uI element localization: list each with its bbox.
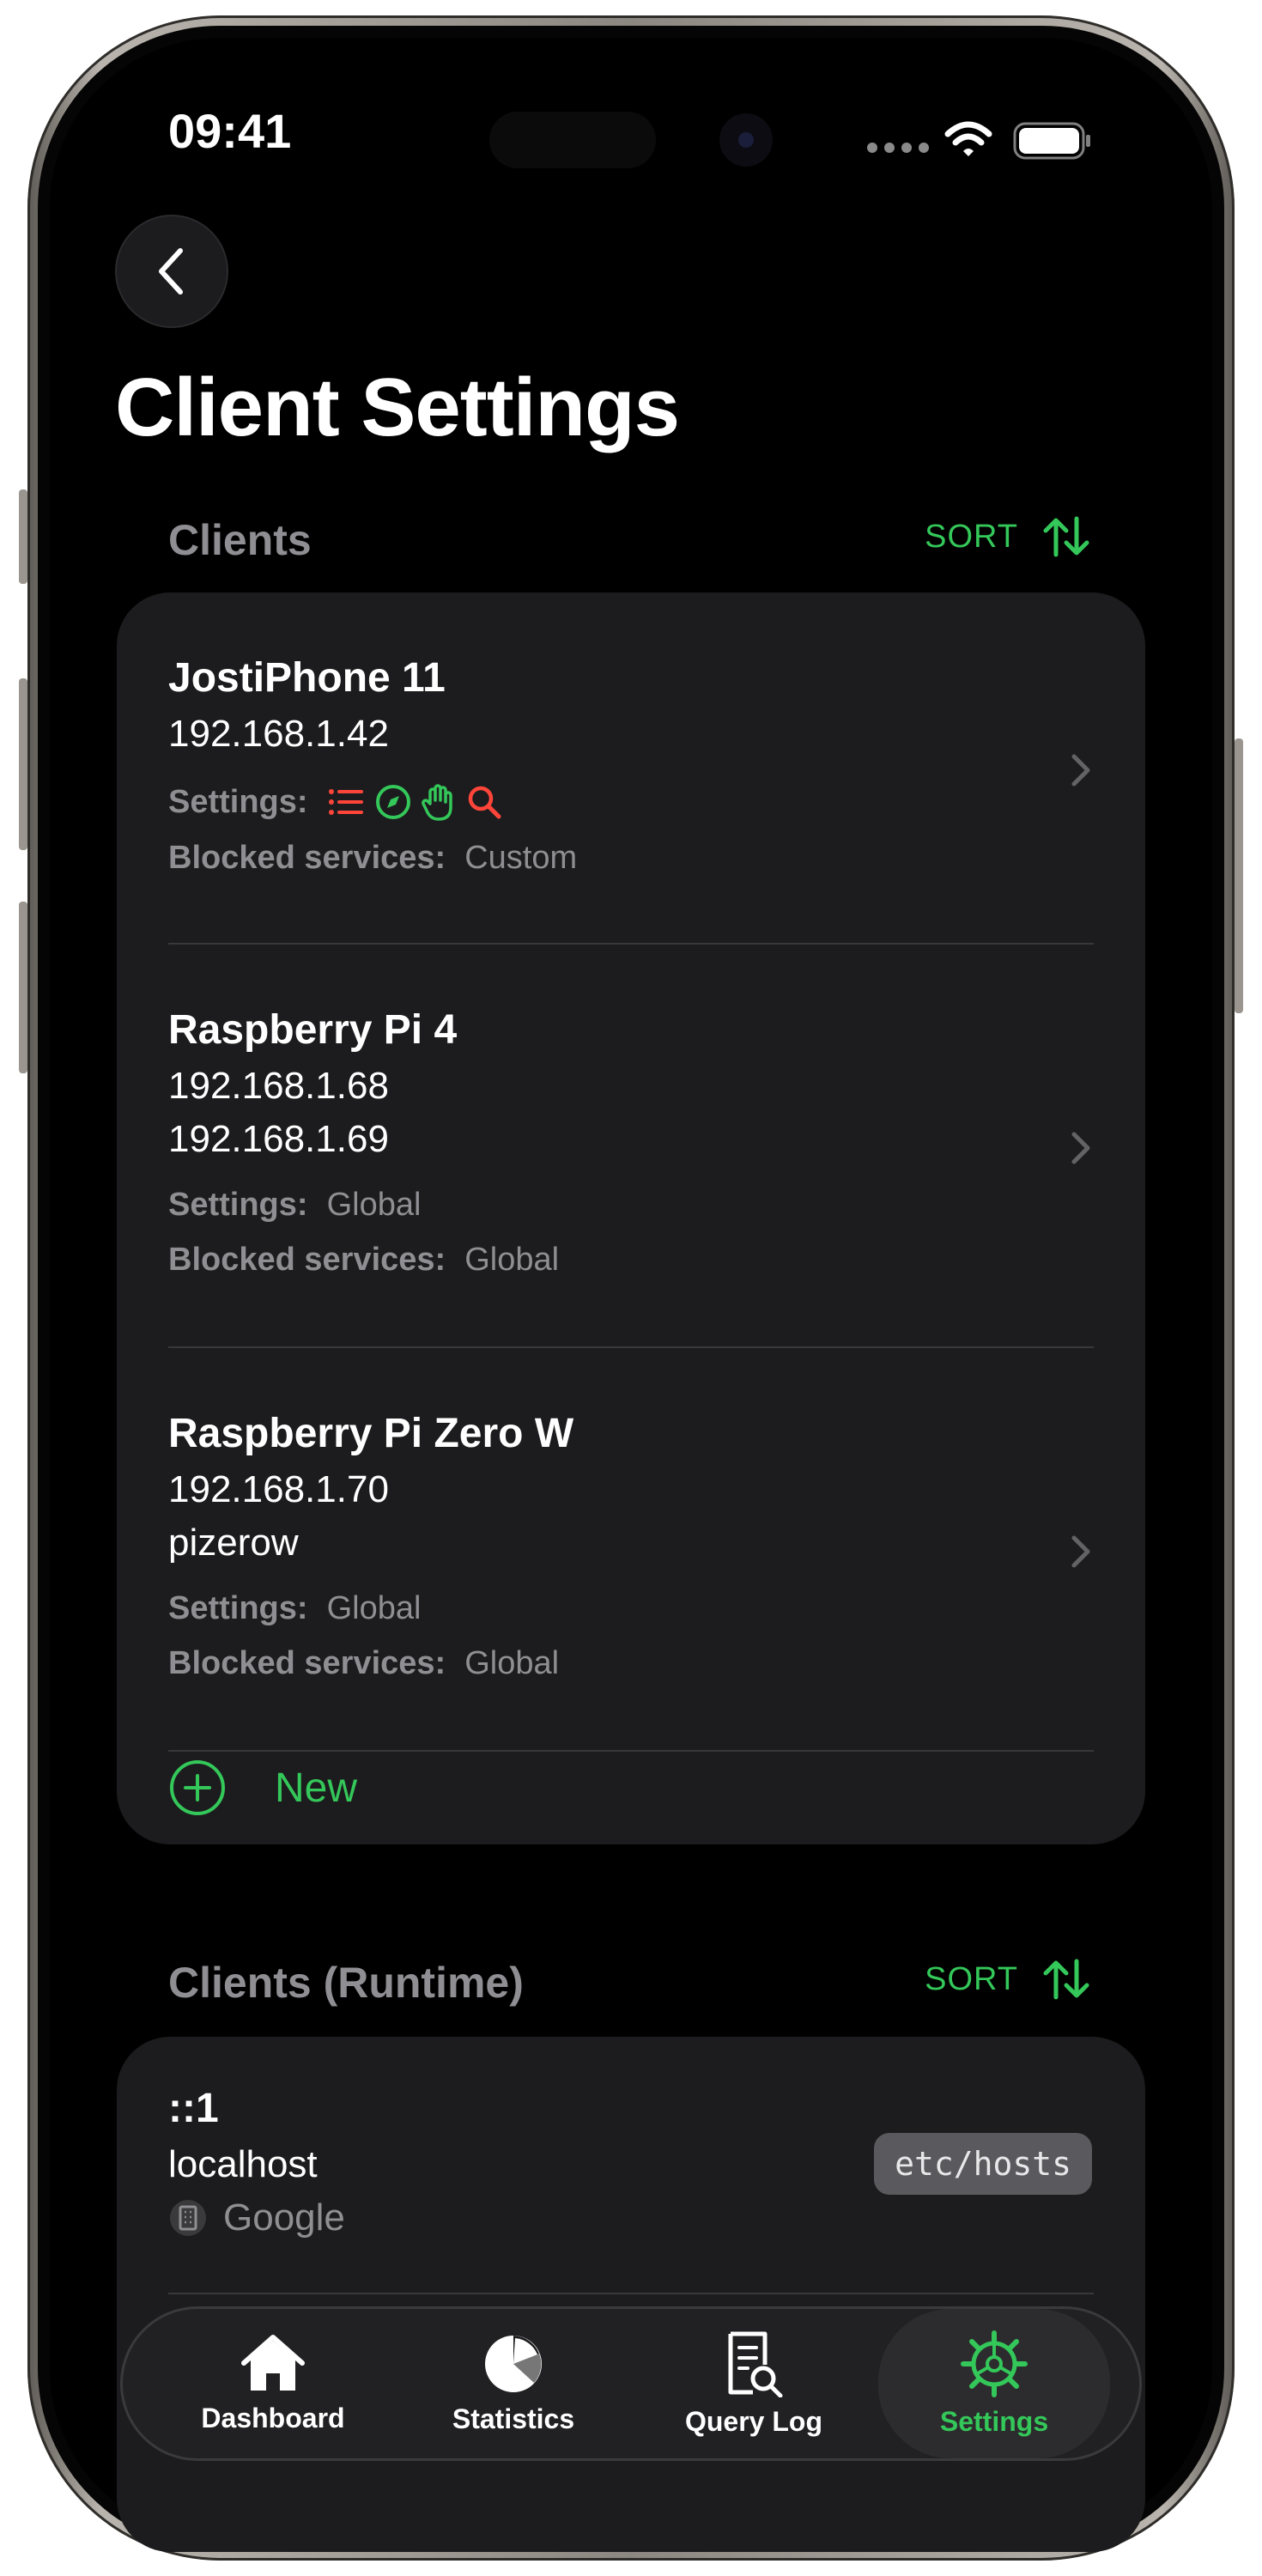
clients-sort-button[interactable]: SORT	[925, 515, 1090, 558]
client-row-raspberry-pi-zero-w[interactable]: Raspberry Pi Zero W 192.168.1.70 pizerow…	[117, 1348, 1145, 1752]
client-ip: 192.168.1.42	[168, 713, 389, 755]
blocked-services-label: Blocked services:	[168, 840, 446, 876]
client-name: Raspberry Pi 4	[168, 1007, 458, 1053]
chevron-right-icon	[1071, 1535, 1090, 1568]
source-tag: etc/hosts	[874, 2133, 1092, 2195]
settings-label: Settings:	[168, 783, 308, 820]
tab-query-log[interactable]: Query Log	[638, 2309, 870, 2458]
page-title: Client Settings	[115, 361, 680, 453]
client-blocked-line: Blocked services: Global	[168, 1645, 559, 1682]
search-icon	[468, 786, 501, 819]
house-icon	[241, 2334, 305, 2391]
client-hostname: localhost	[168, 2143, 318, 2185]
blocked-services-value: Global	[464, 1645, 560, 1681]
settings-icons	[327, 783, 502, 821]
runtime-client-row[interactable]: ::1 localhost Google etc/hosts	[117, 2037, 1145, 2294]
new-client-button[interactable]: New	[168, 1759, 357, 1817]
tab-label: Dashboard	[201, 2402, 345, 2433]
dynamic-island	[489, 112, 656, 168]
hand-icon	[421, 784, 452, 821]
client-row-raspberry-pi-4[interactable]: Raspberry Pi 4 192.168.1.68 192.168.1.69…	[117, 945, 1145, 1348]
volume-up-button	[19, 678, 27, 850]
new-label: New	[275, 1765, 358, 1811]
volume-down-button	[19, 902, 27, 1073]
blocked-services-label: Blocked services:	[168, 1242, 446, 1278]
client-settings-line: Settings: Global	[168, 1590, 421, 1627]
action-button	[19, 489, 27, 584]
client-settings-line: Settings: Global	[168, 1187, 421, 1224]
sort-label: SORT	[925, 518, 1018, 555]
pie-chart-icon	[485, 2335, 542, 2392]
chevron-right-icon	[1071, 1132, 1090, 1164]
building-icon	[170, 2200, 206, 2236]
runtime-clients-card: ::1 localhost Google etc/hosts	[117, 2037, 1145, 2552]
client-blocked-line: Blocked services: Custom	[168, 840, 577, 877]
blocked-services-label: Blocked services:	[168, 1645, 446, 1681]
settings-label: Settings:	[168, 1590, 308, 1626]
client-name: JostiPhone 11	[168, 655, 446, 701]
power-button	[1235, 738, 1243, 1013]
cellular-signal-icon	[867, 143, 929, 153]
runtime-section-title: Clients (Runtime)	[168, 1959, 524, 2007]
tab-settings[interactable]: Settings	[878, 2309, 1110, 2458]
client-ip: 192.168.1.70	[168, 1468, 389, 1510]
divider	[168, 1750, 1094, 1752]
chevron-right-icon	[1071, 754, 1090, 787]
client-org: Google	[223, 2196, 345, 2239]
client-hostname: pizerow	[168, 1522, 299, 1564]
clients-card: JostiPhone 11 192.168.1.42 Settings: Blo…	[117, 592, 1145, 1844]
camera	[719, 113, 773, 167]
sort-label: SORT	[925, 1960, 1018, 1997]
wifi-icon	[944, 121, 992, 156]
divider	[168, 2293, 1094, 2294]
tab-dashboard[interactable]: Dashboard	[157, 2309, 389, 2458]
clients-section-title: Clients	[168, 516, 312, 564]
chevron-left-icon	[159, 248, 183, 295]
tab-statistics[interactable]: Statistics	[397, 2309, 629, 2458]
status-time: 09:41	[168, 104, 292, 158]
client-ip: 192.168.1.69	[168, 1118, 389, 1160]
battery-icon	[1013, 122, 1090, 160]
back-button[interactable]	[115, 215, 228, 328]
tab-label: Query Log	[684, 2405, 822, 2437]
runtime-sort-button[interactable]: SORT	[925, 1958, 1090, 2001]
tab-label: Settings	[939, 2405, 1049, 2437]
compass-icon	[375, 785, 410, 819]
blocked-services-value: Custom	[464, 840, 578, 876]
sort-arrows-icon	[1043, 516, 1089, 557]
sort-arrows-icon	[1043, 1959, 1089, 2000]
client-name: ::1	[168, 2086, 219, 2131]
settings-label: Settings:	[168, 1187, 308, 1223]
client-name: Raspberry Pi Zero W	[168, 1411, 574, 1456]
client-org-line: Google	[168, 2196, 345, 2239]
tab-bar: Dashboard Statistics Query Log Settings	[120, 2306, 1142, 2461]
gear-icon	[961, 2330, 1028, 2397]
tab-label: Statistics	[452, 2403, 575, 2434]
blocked-services-value: Global	[464, 1242, 560, 1278]
client-settings-line: Settings:	[168, 783, 502, 821]
settings-value: Global	[326, 1590, 422, 1626]
plus-circle-icon	[170, 1760, 225, 1815]
list-icon	[328, 789, 363, 815]
document-search-icon	[728, 2331, 783, 2397]
client-row-jostiphone[interactable]: JostiPhone 11 192.168.1.42 Settings: Blo…	[117, 592, 1145, 945]
client-blocked-line: Blocked services: Global	[168, 1242, 559, 1279]
settings-value: Global	[326, 1187, 422, 1223]
client-ip: 192.168.1.68	[168, 1065, 389, 1107]
